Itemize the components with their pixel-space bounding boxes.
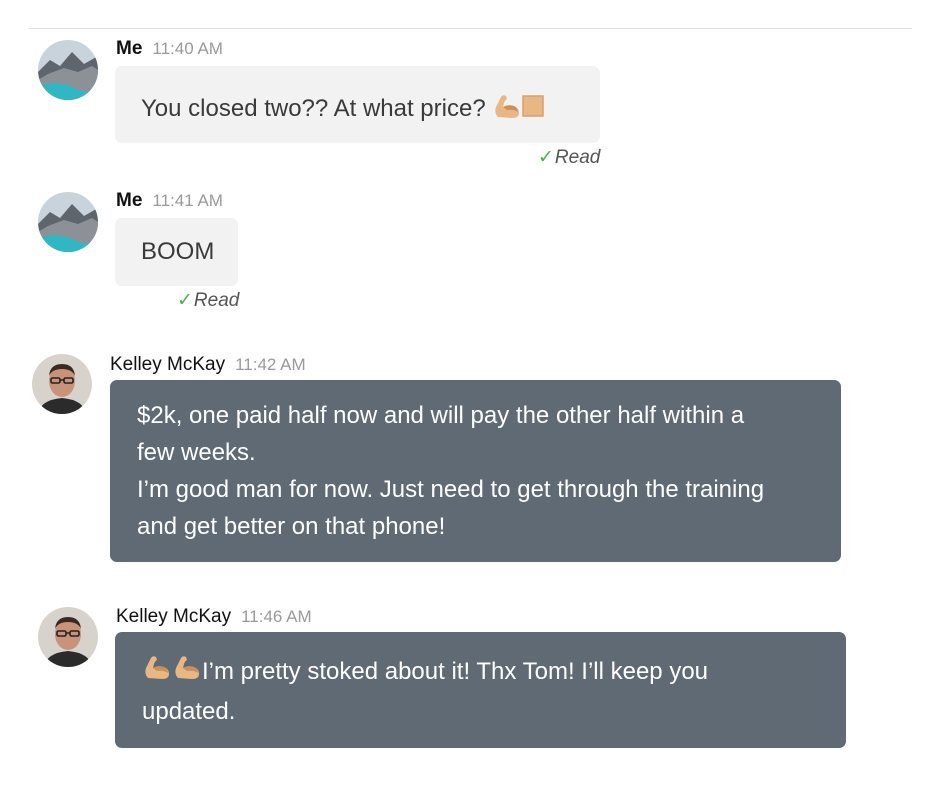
message-time: 11:42 AM: [235, 355, 306, 374]
message-text-line: I’m good man for now. Just need to get t…: [137, 476, 765, 503]
read-status: Read: [193, 290, 240, 311]
message-text-line: I’m pretty stoked about it! Thx Tom! I’l…: [142, 652, 846, 693]
message-text-line: and get better on that phone!: [137, 513, 446, 540]
message-text-line: $2k, one paid half now and will pay the …: [137, 402, 745, 429]
sender-name: Me: [116, 190, 143, 211]
avatar-me[interactable]: [38, 192, 98, 252]
top-divider: [28, 28, 912, 29]
message-text: You closed two?? At what price?: [141, 94, 486, 122]
avatar-kelley-mckay[interactable]: [32, 354, 92, 414]
message-header: Me 11:41 AM: [116, 190, 223, 212]
landscape-avatar-image: [38, 192, 98, 252]
message-text: BOOM: [141, 238, 215, 265]
avatar-me[interactable]: [38, 40, 98, 100]
read-receipt: ✓Read: [538, 146, 600, 169]
message-header: Me 11:40 AM: [116, 38, 223, 60]
message-bubble[interactable]: BOOM: [115, 218, 238, 286]
check-icon: ✓: [177, 290, 193, 311]
sender-name: Me: [116, 38, 143, 59]
person-avatar-image: [38, 607, 98, 667]
message-time: 11:40 AM: [152, 39, 223, 58]
message-text-line: updated.: [142, 698, 236, 725]
flexed-biceps-icon: [492, 91, 522, 128]
message-time: 11:41 AM: [152, 191, 223, 210]
message-header: Kelley McKay 11:42 AM: [110, 354, 306, 376]
read-receipt: ✓Read: [177, 289, 239, 312]
message-header: Kelley McKay 11:46 AM: [116, 606, 312, 628]
message-bubble[interactable]: I’m pretty stoked about it! Thx Tom! I’l…: [115, 632, 846, 748]
sender-name: Kelley McKay: [110, 354, 226, 375]
message-text: I’m pretty stoked about it! Thx Tom! I’l…: [202, 657, 709, 685]
message-bubble[interactable]: You closed two?? At what price?: [115, 66, 600, 143]
skin-tone-square-icon: [522, 95, 545, 124]
message-text-line: few weeks.: [137, 439, 256, 466]
sender-name: Kelley McKay: [116, 606, 232, 627]
landscape-avatar-image: [38, 40, 98, 100]
person-avatar-image: [32, 354, 92, 414]
flexed-biceps-icon: [142, 652, 172, 693]
message-time: 11:46 AM: [241, 607, 312, 626]
flexed-biceps-icon: [172, 652, 202, 693]
message-bubble[interactable]: $2k, one paid half now and will pay the …: [110, 380, 841, 562]
avatar-kelley-mckay[interactable]: [38, 607, 98, 667]
check-icon: ✓: [538, 147, 554, 168]
read-status: Read: [554, 147, 601, 168]
